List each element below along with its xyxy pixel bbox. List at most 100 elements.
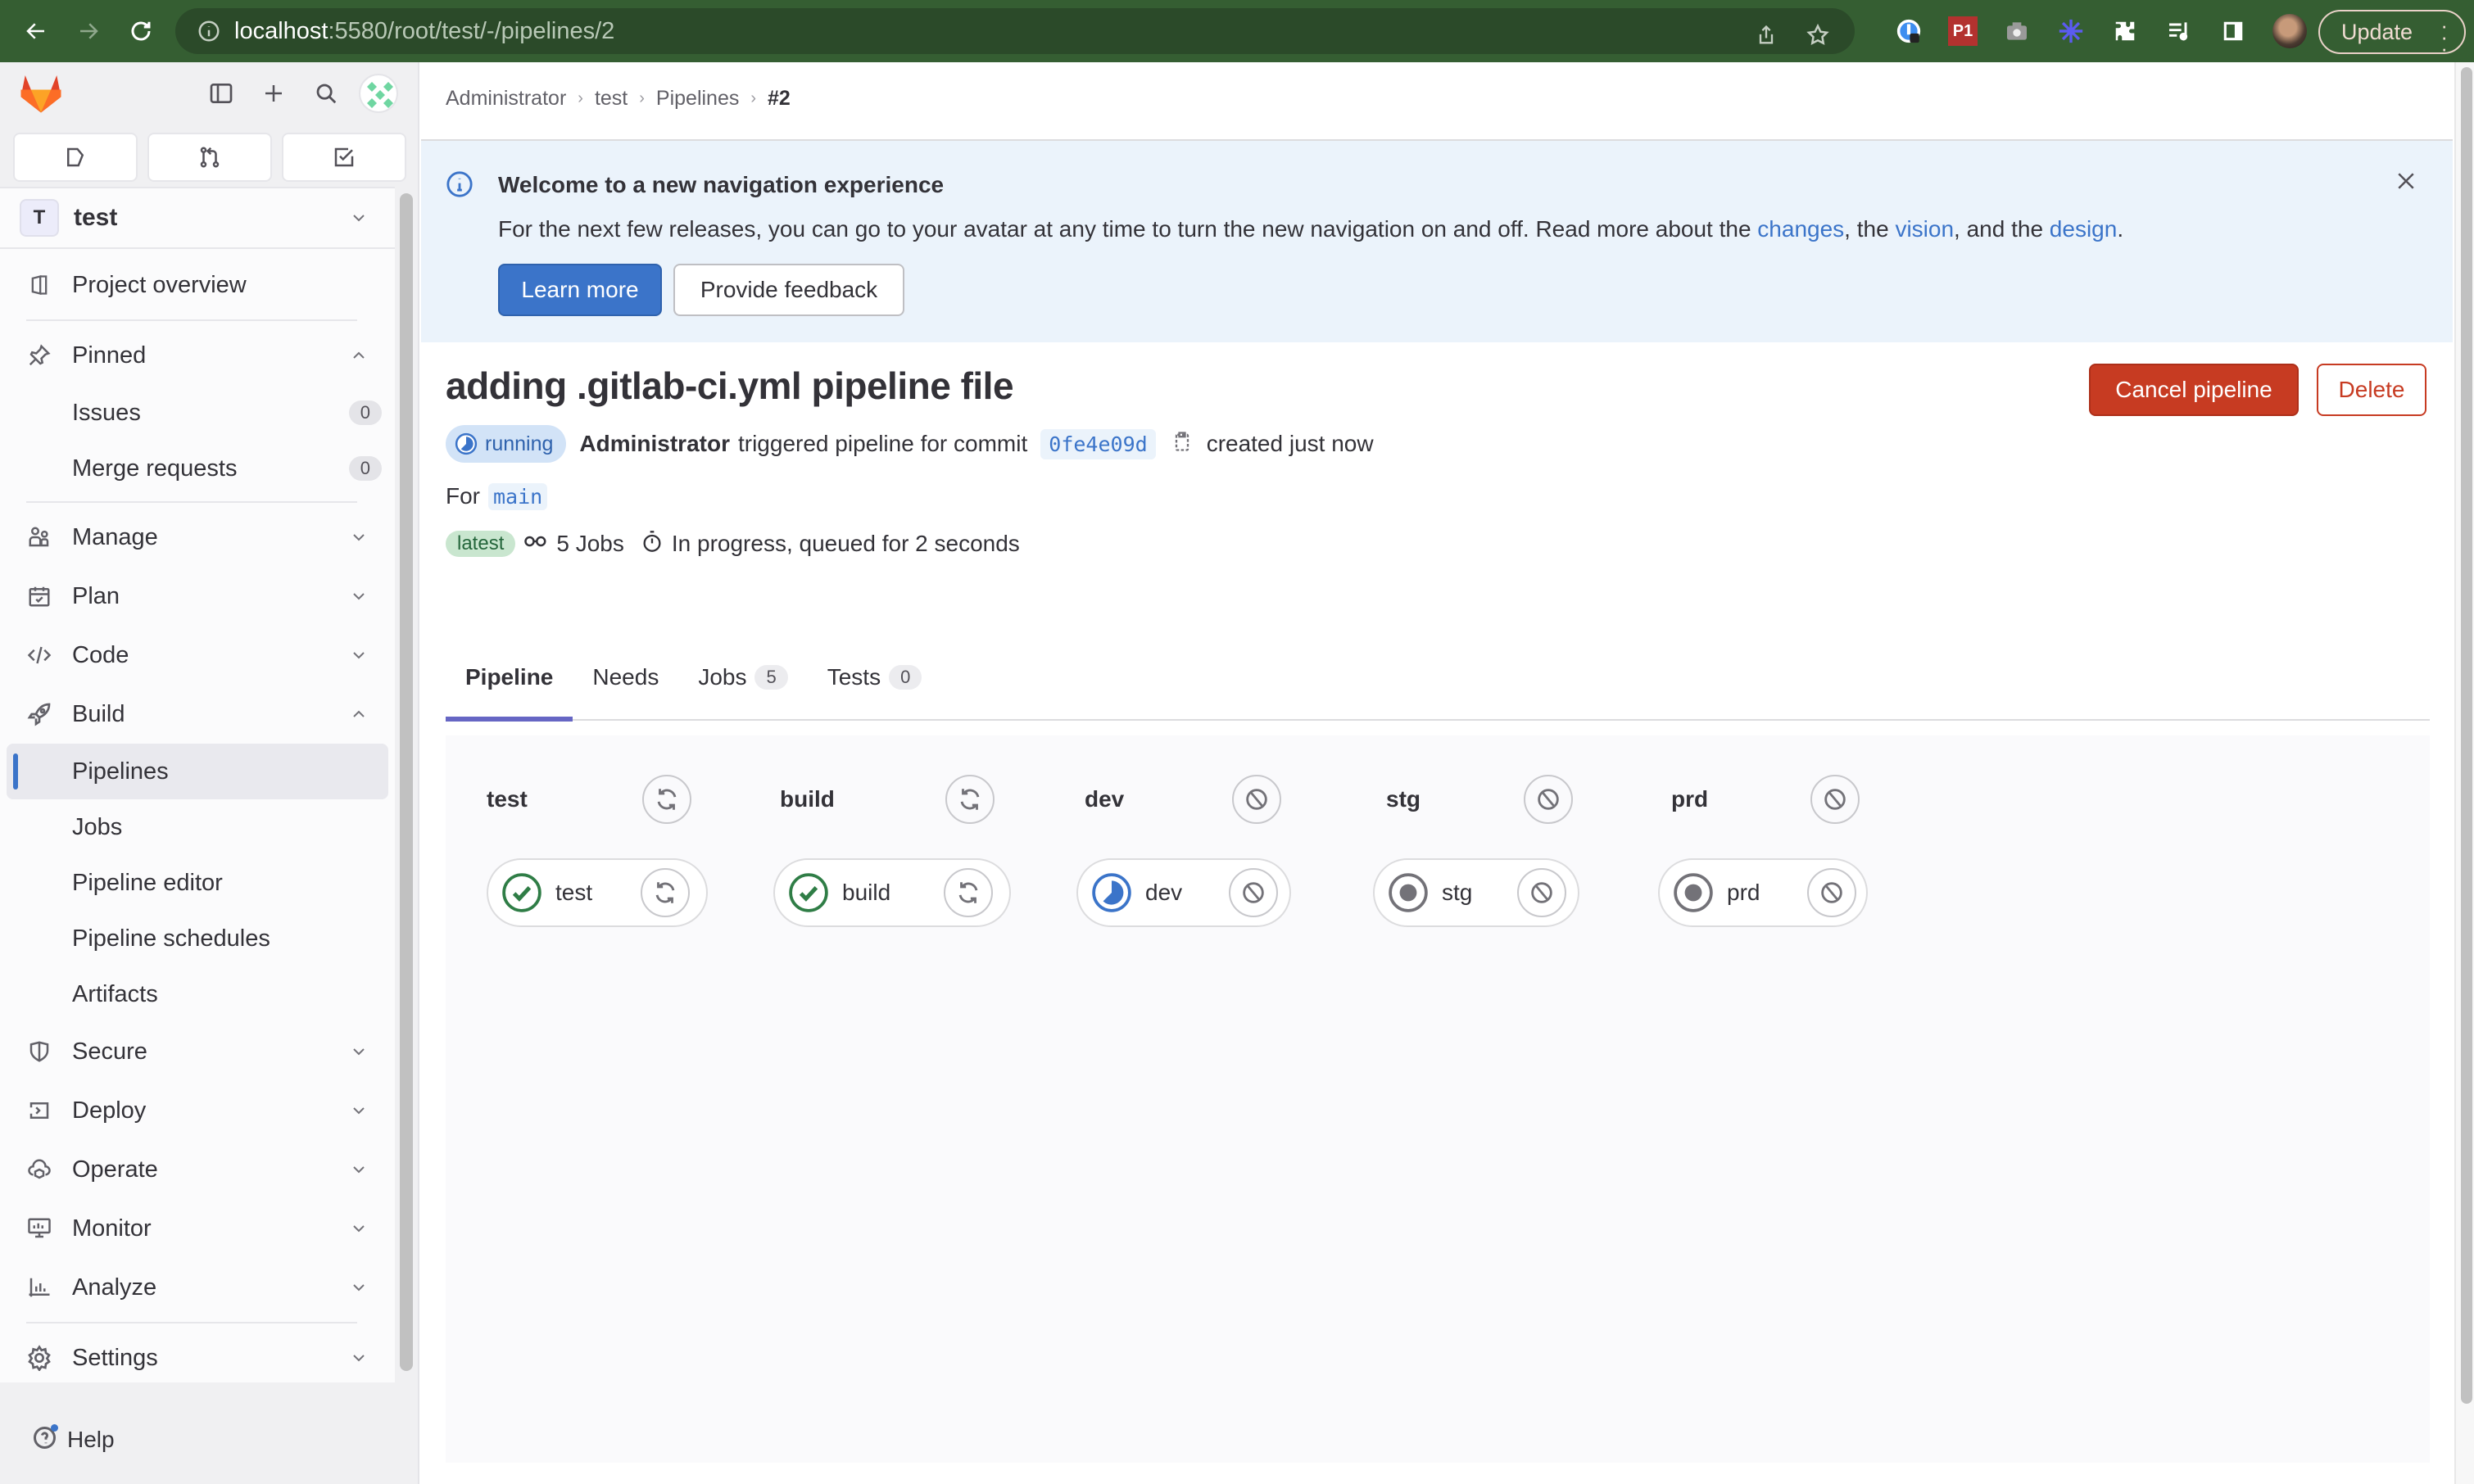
- sidebar-item-deploy[interactable]: Deploy: [0, 1081, 395, 1140]
- chevron-up-icon: [347, 703, 370, 726]
- update-button[interactable]: Update · · ·: [2318, 10, 2466, 59]
- learn-more-button[interactable]: Learn more: [498, 264, 662, 316]
- job-pill[interactable]: prd: [1658, 858, 1868, 927]
- profile-avatar[interactable]: [2272, 14, 2307, 48]
- cancel-stage-button[interactable]: [1524, 775, 1573, 824]
- cancel-pipeline-button[interactable]: Cancel pipeline: [2089, 364, 2299, 416]
- bookmark-star-icon[interactable]: [1806, 23, 1830, 48]
- reload-button[interactable]: [115, 5, 167, 57]
- sidebar-item-settings[interactable]: Settings: [0, 1328, 395, 1387]
- cancel-job-button[interactable]: [1807, 868, 1856, 917]
- stage-name: test: [487, 786, 528, 812]
- project-switcher[interactable]: T test: [0, 188, 395, 249]
- sidebar-item-secure[interactable]: Secure: [0, 1022, 395, 1081]
- sidebar-item-operate[interactable]: Operate: [0, 1140, 395, 1199]
- camera-icon[interactable]: [2002, 16, 2032, 46]
- sidebar-item-jobs[interactable]: Jobs: [0, 799, 395, 855]
- sidebar-item-analyze[interactable]: Analyze: [0, 1258, 395, 1317]
- job-pill[interactable]: build: [773, 858, 1011, 927]
- help-button[interactable]: Help: [31, 1422, 115, 1457]
- monitor-icon: [26, 1215, 52, 1242]
- sidebar-item-plan[interactable]: Plan: [0, 567, 395, 626]
- project-icon: [26, 272, 52, 298]
- page-scrollbar[interactable]: [2454, 62, 2474, 1484]
- 1password-icon[interactable]: [1894, 16, 1923, 46]
- commit-sha-link[interactable]: 0fe4e09d: [1040, 428, 1156, 459]
- tab-tests[interactable]: Tests 0: [808, 635, 942, 720]
- delete-pipeline-button[interactable]: Delete: [2317, 364, 2426, 416]
- todo-list-button[interactable]: [282, 133, 406, 182]
- address-bar[interactable]: localhost:5580/root/test/-/pipelines/2: [175, 8, 1855, 54]
- sidebar-item-label: Settings: [72, 1344, 158, 1371]
- sidebar-item-code[interactable]: Code: [0, 626, 395, 685]
- back-button[interactable]: [10, 5, 62, 57]
- cancel-stage-button[interactable]: [1232, 775, 1281, 824]
- cancel-job-button[interactable]: [1517, 868, 1566, 917]
- sparkle-icon[interactable]: [2056, 16, 2086, 46]
- sidebar-item-label: Pipeline schedules: [72, 925, 270, 952]
- sidebar-item-manage[interactable]: Manage: [0, 508, 395, 567]
- changes-link[interactable]: changes: [1757, 216, 1844, 242]
- sidebar-item-pipeline-schedules[interactable]: Pipeline schedules: [0, 911, 395, 966]
- cancel-stage-button[interactable]: [1810, 775, 1860, 824]
- cancel-job-button[interactable]: [1229, 868, 1278, 917]
- retry-stage-button[interactable]: [642, 775, 691, 824]
- breadcrumb-administrator[interactable]: Administrator: [446, 87, 566, 111]
- retry-stage-button[interactable]: [945, 775, 995, 824]
- job-pill[interactable]: stg: [1373, 858, 1579, 927]
- alert-body: For the next few releases, you can go to…: [498, 216, 2123, 242]
- p1-extension-icon[interactable]: P1: [1948, 16, 1978, 46]
- media-queue-icon[interactable]: [2164, 16, 2194, 46]
- triggered-by-user[interactable]: Administrator: [579, 431, 730, 457]
- sidebar-item-artifacts[interactable]: Artifacts: [0, 966, 395, 1022]
- status-badge[interactable]: running: [446, 425, 567, 463]
- cancel-icon: [1246, 789, 1267, 810]
- merge-requests-button[interactable]: [147, 133, 272, 182]
- chevron-down-icon: [347, 644, 370, 667]
- sidebar-item-pipeline-editor[interactable]: Pipeline editor: [0, 855, 395, 911]
- tab-pipeline[interactable]: Pipeline: [446, 635, 573, 722]
- retry-job-button[interactable]: [944, 868, 993, 917]
- design-link[interactable]: design: [2050, 216, 2118, 242]
- sidebar-item-issues[interactable]: Issues 0: [0, 385, 395, 441]
- sidebar-item-pipelines[interactable]: Pipelines: [7, 744, 388, 799]
- assigned-issues-button[interactable]: [13, 133, 138, 182]
- tab-needs[interactable]: Needs: [573, 635, 678, 720]
- gitlab-logo[interactable]: [18, 70, 64, 120]
- side-panel-icon[interactable]: [2218, 16, 2248, 46]
- breadcrumb-current[interactable]: #2: [768, 87, 791, 111]
- copy-icon: [1175, 431, 1189, 451]
- forward-button[interactable]: [62, 5, 115, 57]
- breadcrumb-project[interactable]: test: [595, 87, 628, 111]
- page-scrollbar-thumb[interactable]: [2461, 67, 2472, 1404]
- sidebar-item-monitor[interactable]: Monitor: [0, 1199, 395, 1258]
- retry-job-button[interactable]: [641, 868, 690, 917]
- sidebar-item-pinned[interactable]: Pinned: [0, 326, 395, 385]
- share-icon[interactable]: [1755, 24, 1778, 47]
- tab-jobs[interactable]: Jobs 5: [678, 635, 807, 720]
- chevron-right-icon: ›: [639, 89, 645, 107]
- job-pill[interactable]: dev: [1076, 858, 1291, 927]
- ref-link[interactable]: main: [488, 482, 548, 510]
- copy-sha-button[interactable]: [1171, 429, 1194, 459]
- sidebar-item-project-overview[interactable]: Project overview: [0, 256, 395, 314]
- search-button[interactable]: [308, 75, 344, 111]
- arrow-right-icon: [80, 23, 98, 39]
- puzzle-icon[interactable]: [2110, 16, 2140, 46]
- job-pill[interactable]: test: [487, 858, 708, 927]
- project-avatar: T: [20, 199, 59, 237]
- chevron-down-icon: [347, 1040, 370, 1063]
- sidebar-item-label: Operate: [72, 1156, 158, 1183]
- vision-link[interactable]: vision: [1895, 216, 1954, 242]
- close-alert-button[interactable]: [2394, 169, 2418, 199]
- user-avatar[interactable]: [359, 74, 398, 113]
- toggle-sidebar-button[interactable]: [203, 75, 239, 111]
- sidebar-item-merge-requests[interactable]: Merge requests 0: [0, 441, 395, 496]
- alert-body-text: , the: [1844, 216, 1896, 242]
- sidebar-scrollbar[interactable]: [400, 193, 413, 1371]
- sidebar-item-build[interactable]: Build: [0, 685, 395, 744]
- breadcrumb-pipelines[interactable]: Pipelines: [656, 87, 739, 111]
- provide-feedback-button[interactable]: Provide feedback: [673, 264, 904, 316]
- sidebar-nav: T test Project overview Pinned Issues 0 …: [0, 187, 395, 1382]
- create-new-button[interactable]: [256, 75, 292, 111]
